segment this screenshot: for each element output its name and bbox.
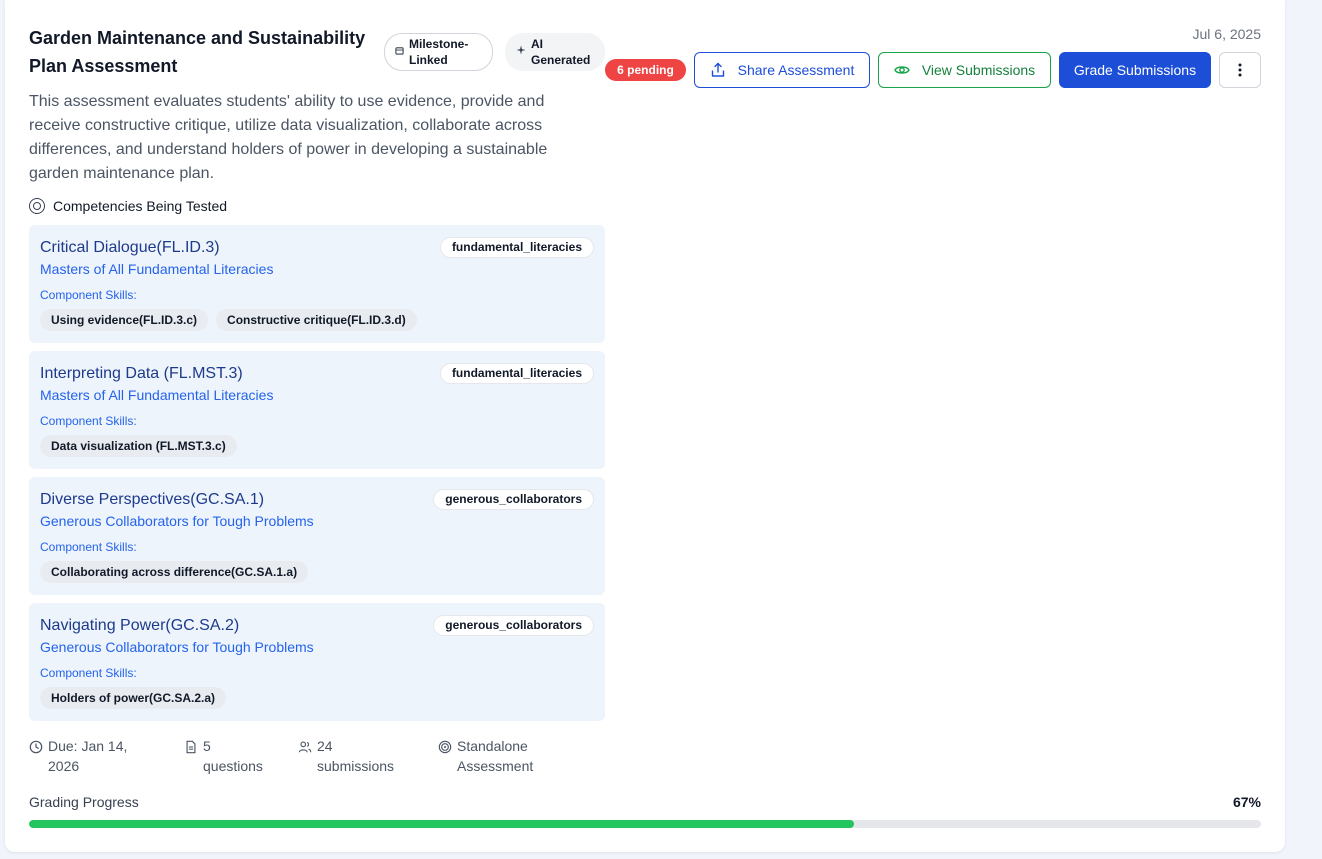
assessment-meta-row: Due: Jan 14, 2026 5 questions 24 submiss… [29,736,629,780]
component-skills-label: Component Skills: [40,288,137,302]
category-badge: generous_collaborators [433,615,594,636]
grading-progress-bar [29,820,1261,828]
pending-badge: 6 pending [605,59,686,81]
competency-list: Critical Dialogue(FL.ID.3) Masters of Al… [29,225,605,721]
category-badge: fundamental_literacies [439,363,594,384]
more-options-button[interactable] [1219,52,1261,88]
view-submissions-button[interactable]: View Submissions [878,52,1051,88]
competency-card: Interpreting Data (FL.MST.3) Masters of … [29,351,605,469]
questions-meta: 5 questions [184,736,263,776]
assessment-card: Garden Maintenance and Sustainability Pl… [5,0,1285,852]
share-assessment-button[interactable]: Share Assessment [694,52,870,88]
calendar-icon [395,44,404,60]
skill-chip: Data visualization (FL.MST.3.c) [40,435,237,457]
component-skills-label: Component Skills: [40,414,137,428]
skill-list: Collaborating across difference(GC.SA.1.… [40,561,594,583]
category-badge: generous_collaborators [433,489,594,510]
users-icon [298,741,312,753]
sparkles-icon [516,44,526,60]
grading-progress-fill [29,820,855,828]
grading-progress-label: Grading Progress [29,794,139,810]
category-badge: fundamental_literacies [439,237,594,258]
questions-count: 5 [203,738,211,754]
competency-subtitle: Generous Collaborators for Tough Problem… [40,639,314,655]
assessment-main: Garden Maintenance and Sustainability Pl… [29,24,605,721]
ai-generated-label: AI Generated [531,37,591,67]
assessment-title: Garden Maintenance and Sustainability Pl… [29,28,366,76]
skill-list: Holders of power(GC.SA.2.a) [40,687,594,709]
competency-card: Navigating Power(GC.SA.2) Generous Colla… [29,603,605,721]
clock-icon [29,740,43,754]
component-skills-label: Component Skills: [40,540,137,554]
due-date-line1: Due: Jan 14, [48,738,128,754]
target-icon [29,198,45,214]
competency-card: Diverse Perspectives(GC.SA.1) Generous C… [29,477,605,595]
component-skills-label: Component Skills: [40,666,137,680]
title-row: Garden Maintenance and Sustainability Pl… [29,24,605,82]
competency-subtitle: Masters of All Fundamental Literacies [40,387,274,403]
competency-subtitle: Generous Collaborators for Tough Problem… [40,513,314,529]
grading-progress-percent: 67% [1232,794,1261,810]
submissions-count: 24 [317,738,333,754]
submissions-meta: 24 submissions [298,736,394,776]
due-date-line2: 2026 [48,758,80,774]
submissions-label: submissions [317,758,395,774]
skill-chip: Constructive critique(FL.ID.3.d) [216,309,417,331]
competencies-header-label: Competencies Being Tested [53,198,228,214]
assessment-type-meta: Standalone Assessment [438,736,533,776]
questions-label: questions [203,758,263,774]
grade-submissions-label: Grade Submissions [1073,62,1197,78]
skill-chip: Collaborating across difference(GC.SA.1.… [40,561,309,583]
competencies-header: Competencies Being Tested [29,196,605,216]
eye-icon [894,66,910,74]
assessment-type-line2: Assessment [457,758,534,774]
ai-generated-badge: AI Generated [505,33,605,71]
target-icon [438,740,452,754]
skill-chip: Holders of power(GC.SA.2.a) [40,687,227,709]
share-icon [711,62,724,77]
competency-card: Critical Dialogue(FL.ID.3) Masters of Al… [29,225,605,343]
more-vertical-icon [1238,63,1242,77]
assessment-date: Jul 6, 2025 [1192,26,1262,42]
assessment-type-line1: Standalone [457,738,528,754]
skill-list: Using evidence(FL.ID.3.c) Constructive c… [40,309,594,331]
milestone-linked-badge: Milestone-Linked [384,33,493,71]
skill-list: Data visualization (FL.MST.3.c) [40,435,594,457]
view-submissions-label: View Submissions [921,62,1036,78]
grade-submissions-button[interactable]: Grade Submissions [1059,52,1211,88]
milestone-linked-label: Milestone-Linked [409,37,469,67]
assessment-description: This assessment evaluates students' abil… [29,93,548,182]
competency-subtitle: Masters of All Fundamental Literacies [40,261,274,277]
document-icon [186,740,196,754]
due-date-meta: Due: Jan 14, 2026 [29,736,127,776]
share-assessment-label: Share Assessment [737,62,855,78]
skill-chip: Using evidence(FL.ID.3.c) [40,309,209,331]
